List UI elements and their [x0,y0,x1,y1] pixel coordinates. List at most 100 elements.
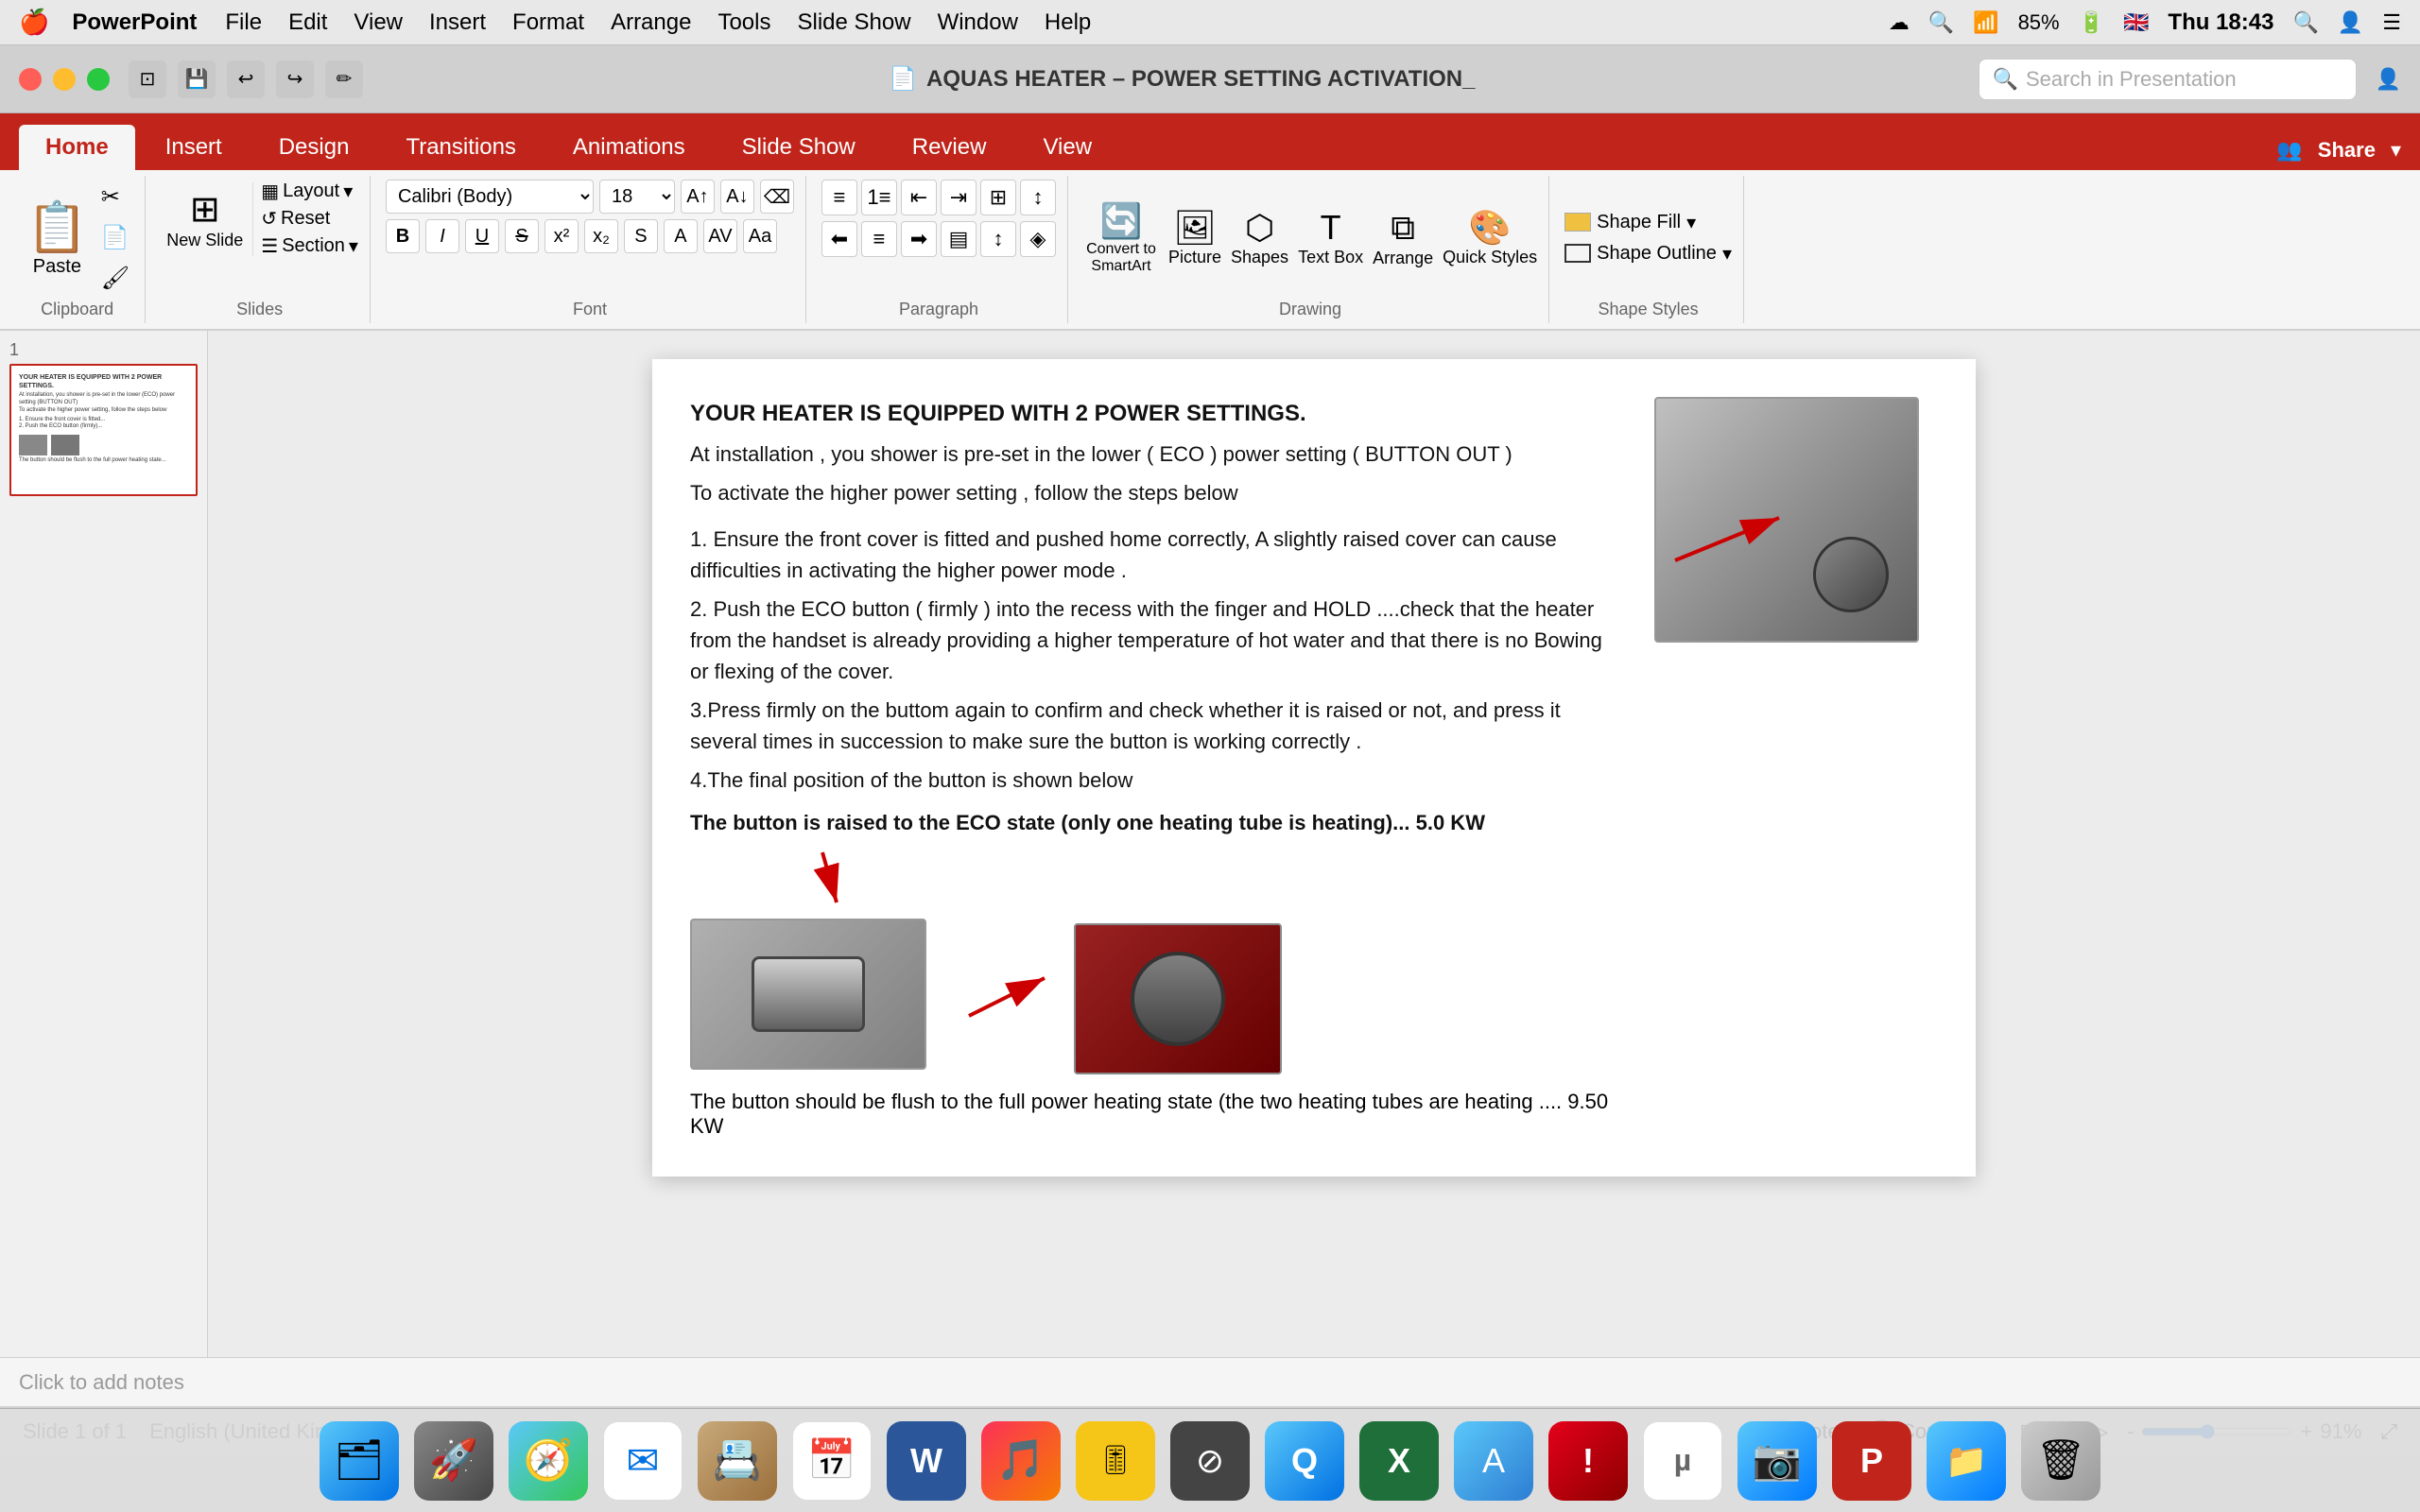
bold-button[interactable]: B [386,219,420,253]
italic-button[interactable]: I [425,219,459,253]
numbering-button[interactable]: 1≡ [861,180,897,215]
dock-finder[interactable]: 🗂 [320,1421,399,1501]
search-bar[interactable]: 🔍 Search in Presentation [1979,59,2357,100]
tab-animations[interactable]: Animations [546,125,712,170]
new-slide-button[interactable]: ⊞ New Slide [161,182,253,256]
paste-button[interactable]: 📋 Paste [21,193,94,284]
increase-indent-button[interactable]: ⇥ [941,180,977,215]
minimize-button[interactable] [53,68,76,91]
shapes-button[interactable]: ⬡ Shapes [1231,208,1288,267]
strikethrough-button[interactable]: S [505,219,539,253]
decrease-indent-button[interactable]: ⇤ [901,180,937,215]
account-icon[interactable]: 👤 [2376,67,2401,92]
align-left-button[interactable]: ⬅ [821,221,857,257]
clear-format-button[interactable]: ⌫ [760,180,794,214]
control-strip-icon[interactable]: ☰ [2382,10,2401,35]
menu-slideshow[interactable]: Slide Show [797,9,910,36]
menu-edit[interactable]: Edit [288,9,327,36]
dock-robosub[interactable]: ⊘ [1170,1421,1250,1501]
bullets-button[interactable]: ≡ [821,180,857,215]
dock-audacity[interactable]: 🎚 [1076,1421,1155,1501]
section-chevron-icon[interactable]: ▾ [349,234,358,258]
columns-button[interactable]: ⊞ [980,180,1016,215]
picture-button[interactable]: 🖼 Picture [1168,208,1221,267]
increase-font-button[interactable]: A↑ [681,180,715,214]
tab-view[interactable]: View [1016,125,1118,170]
apple-logo-icon[interactable]: 🍎 [19,8,49,37]
menu-tools[interactable]: Tools [717,9,770,36]
tab-home[interactable]: Home [19,125,135,170]
dock-contacts[interactable]: 📇 [698,1421,777,1501]
slide-thumbnail[interactable]: YOUR HEATER IS EQUIPPED WITH 2 POWER SET… [9,364,198,496]
arrange-button[interactable]: ⧉ Arrange [1373,208,1433,268]
menu-view[interactable]: View [354,9,403,36]
smart-art-button[interactable]: ◈ [1020,221,1056,257]
align-center-button[interactable]: ≡ [861,221,897,257]
justify-button[interactable]: ▤ [941,221,977,257]
close-button[interactable] [19,68,42,91]
dock-utorrent[interactable]: µ [1643,1421,1722,1501]
section-button[interactable]: ☰ Section ▾ [261,234,358,258]
shape-outline-button[interactable]: Shape Outline ▾ [1564,242,1732,266]
share-chevron-icon[interactable]: ▾ [2391,138,2401,163]
shape-fill-chevron-icon[interactable]: ▾ [1686,211,1696,234]
char-spacing-button[interactable]: AV [703,219,737,253]
decrease-font-button[interactable]: A↓ [720,180,754,214]
layout-chevron-icon[interactable]: ▾ [343,180,353,203]
font-color-button[interactable]: A [664,219,698,253]
dock-files[interactable]: 📁 [1927,1421,2006,1501]
dock-powerpoint[interactable]: P [1832,1421,1911,1501]
search-menubar-icon[interactable]: 🔍 [1928,10,1954,35]
cut-button[interactable]: ✂ [97,180,133,215]
superscript-button[interactable]: x² [544,219,579,253]
dock-excel[interactable]: X [1359,1421,1439,1501]
slide-canvas[interactable]: YOUR HEATER IS EQUIPPED WITH 2 POWER SET… [652,359,1976,1177]
dock-issues[interactable]: ! [1548,1421,1628,1501]
menu-window[interactable]: Window [938,9,1018,36]
toolbar-toggle-button[interactable]: ⊡ [129,60,166,98]
share-label[interactable]: Share [2318,138,2376,163]
reset-button[interactable]: ↺ Reset [261,207,358,231]
shape-fill-button[interactable]: Shape Fill ▾ [1564,211,1732,234]
menu-insert[interactable]: Insert [429,9,486,36]
tab-transitions[interactable]: Transitions [379,125,542,170]
spotlight-icon[interactable]: 🔍 [2292,10,2318,35]
redo-button[interactable]: ↪ [276,60,314,98]
menu-file[interactable]: File [225,9,262,36]
dock-iphoto[interactable]: 📷 [1737,1421,1817,1501]
shadow-button[interactable]: S [624,219,658,253]
undo-button[interactable]: ↩ [227,60,265,98]
convert-smartart-button[interactable]: 🔄 Convert to SmartArt [1083,201,1159,275]
font-size-select[interactable]: 18 24 28 32 [599,180,675,214]
dock-appstore[interactable]: A [1454,1421,1533,1501]
shape-outline-chevron-icon[interactable]: ▾ [1722,242,1732,266]
tab-slideshow[interactable]: Slide Show [716,125,882,170]
user-icon[interactable]: 👤 [2338,10,2363,35]
tab-insert[interactable]: Insert [139,125,249,170]
dock-quicksilver[interactable]: Q [1265,1421,1344,1501]
text-direction-button[interactable]: ↕ [980,221,1016,257]
textbox-button[interactable]: T Text Box [1298,208,1363,267]
fullscreen-button[interactable] [87,68,110,91]
dock-itunes[interactable]: 🎵 [981,1421,1061,1501]
tab-design[interactable]: Design [252,125,376,170]
save-button[interactable]: 💾 [178,60,216,98]
dock-trash[interactable]: 🗑 [2021,1421,2100,1501]
change-case-button[interactable]: Aa [743,219,777,253]
dock-calendar[interactable]: 📅 [792,1421,872,1501]
tab-review[interactable]: Review [886,125,1013,170]
align-right-button[interactable]: ➡ [901,221,937,257]
menu-format[interactable]: Format [512,9,584,36]
dock-launchpad[interactable]: 🚀 [414,1421,493,1501]
paragraph-spacing-button[interactable]: ↕ [1020,180,1056,215]
menu-help[interactable]: Help [1045,9,1091,36]
font-family-select[interactable]: Calibri (Body) Arial Times New Roman [386,180,594,214]
dock-safari[interactable]: 🧭 [509,1421,588,1501]
quick-styles-button[interactable]: 🎨 Quick Styles [1443,208,1537,267]
dock-word[interactable]: W [887,1421,966,1501]
customize-button[interactable]: ✏ [325,60,363,98]
underline-button[interactable]: U [465,219,499,253]
dock-mail[interactable]: ✉ [603,1421,683,1501]
format-painter-button[interactable]: 🖌 [97,261,133,296]
subscript-button[interactable]: x₂ [584,219,618,253]
